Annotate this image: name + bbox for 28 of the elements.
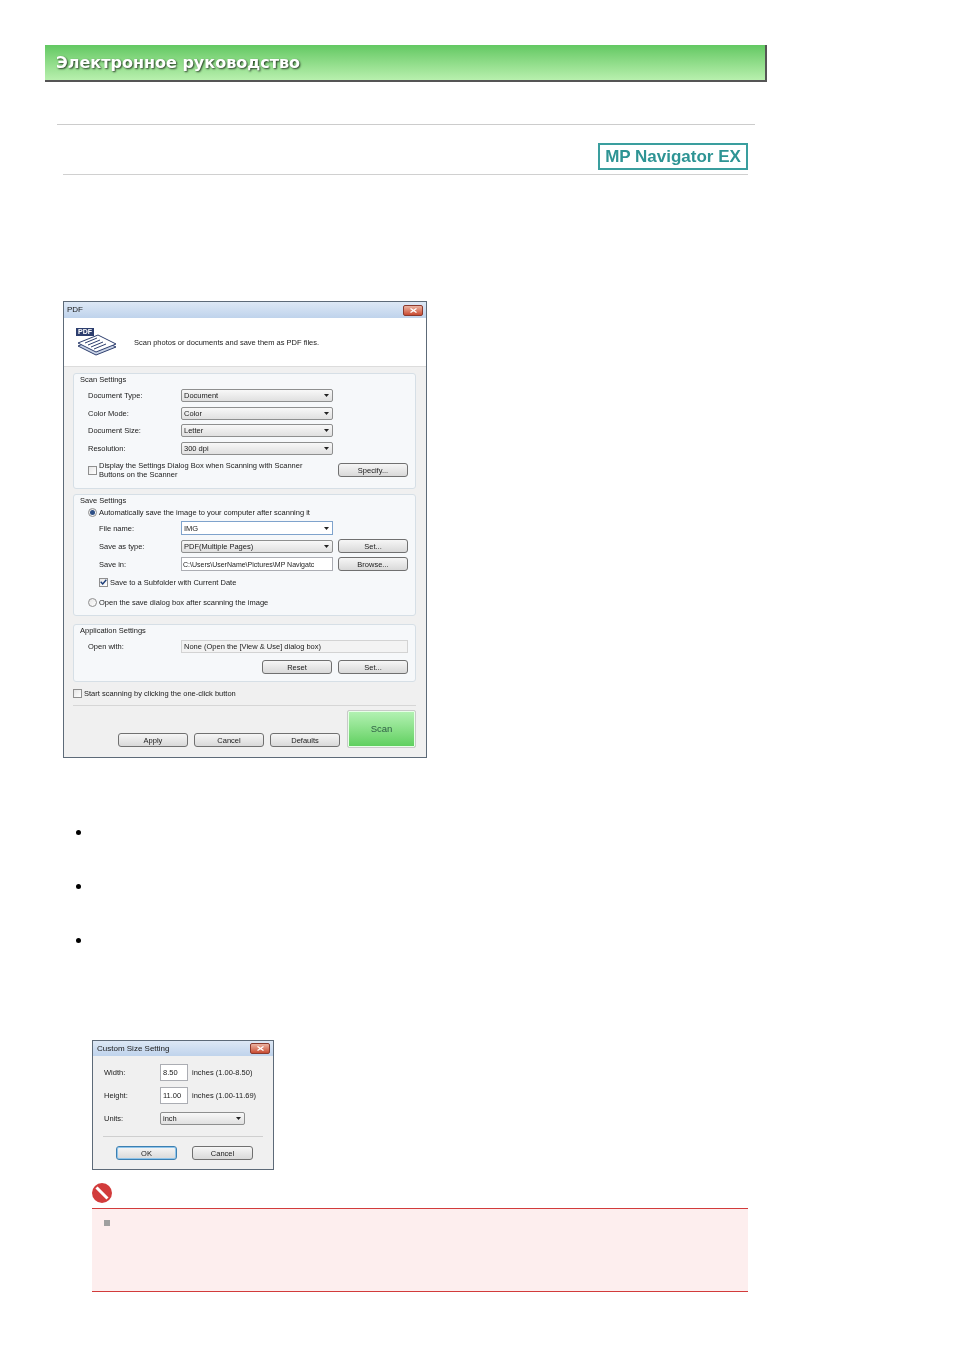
caret-down-icon (324, 446, 329, 450)
prohibition-icon (92, 1183, 112, 1203)
caret-down-icon (324, 411, 329, 415)
caret-down-icon (324, 526, 329, 530)
close-button[interactable] (250, 1043, 270, 1054)
scan-button[interactable]: Scan (347, 710, 416, 748)
bullet-icon (76, 884, 81, 889)
bullet-icon (76, 830, 81, 835)
square-bullet-icon (104, 1220, 110, 1226)
window-title: Custom Size Setting (97, 1043, 170, 1054)
scanned-documents-icon (76, 334, 118, 356)
radio-button[interactable] (88, 597, 97, 607)
caret-down-icon (324, 544, 329, 548)
close-button[interactable] (403, 304, 423, 316)
checkmark-icon (100, 579, 107, 585)
close-icon (409, 307, 417, 313)
page-title: Электронное руководство (56, 52, 301, 73)
product-badge: MP Navigator EX (598, 143, 748, 170)
radio-button[interactable] (88, 508, 97, 517)
checkbox[interactable] (88, 465, 97, 475)
checkbox[interactable] (99, 577, 108, 587)
caret-down-icon (236, 1117, 241, 1120)
caret-down-icon (324, 394, 329, 398)
bullet-icon (76, 938, 81, 943)
window-title: PDF (67, 305, 83, 315)
close-icon (256, 1046, 264, 1051)
caret-down-icon (324, 429, 329, 433)
checkbox[interactable] (73, 688, 82, 698)
